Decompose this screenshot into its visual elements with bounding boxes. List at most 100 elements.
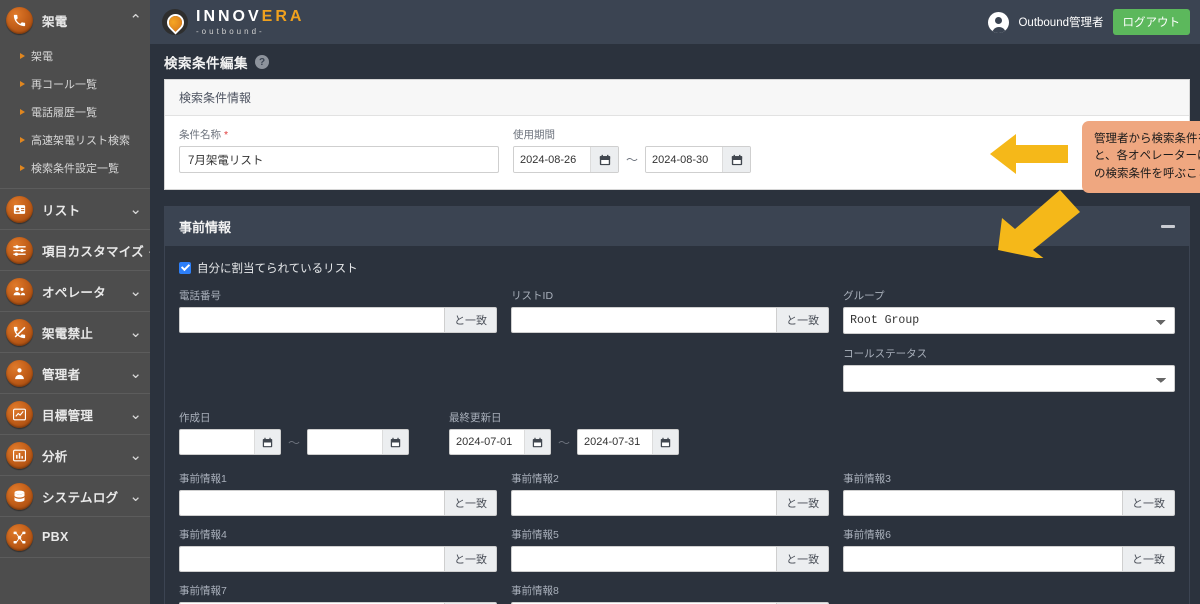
line-chart-icon: [6, 400, 33, 428]
prior-info-label-4: 事前情報4: [179, 529, 227, 541]
match-button[interactable]: と一致: [776, 546, 830, 572]
sidebar-subitem-0-1[interactable]: 再コール一覧: [0, 70, 150, 98]
calendar-icon[interactable]: [652, 430, 679, 454]
app-root: 架電架電再コール一覧電話履歴一覧高速架電リスト検索検索条件設定一覧リスト項目カス…: [0, 0, 1200, 604]
condition-name-input[interactable]: [179, 146, 499, 173]
prior-info-field-5: 事前情報5 と一致: [511, 527, 843, 572]
period-to-input[interactable]: [646, 147, 723, 172]
match-button[interactable]: と一致: [776, 490, 830, 516]
sidebar-item-label: システムログ: [42, 490, 119, 505]
match-button[interactable]: と一致: [776, 307, 830, 333]
phone-icon: [6, 6, 33, 34]
calendar-icon[interactable]: [254, 430, 280, 454]
sidebar-subitem-label: 高速架電リスト検索: [31, 135, 130, 147]
calendar-icon[interactable]: [524, 430, 550, 454]
sidebar-item-0[interactable]: 架電: [0, 0, 150, 40]
sidebar-item-label: 目標管理: [42, 408, 94, 423]
prior-info-fields-grid: 事前情報1 と一致 事前情報2 と一致 事前情報3 と一致 事前情報4 と一致 事前情報5 と一致…: [179, 471, 1176, 604]
updated-from-datebox: [449, 429, 551, 455]
prior-info-label-2: 事前情報2: [511, 473, 559, 485]
sidebar-item-6[interactable]: 目標管理: [0, 394, 150, 434]
prior-info-field-8: 事前情報8と一致: [511, 583, 843, 604]
sidebar-item-5[interactable]: 管理者: [0, 353, 150, 393]
created-to-datebox: [307, 429, 410, 455]
sidebar-group-4: 架電禁止: [0, 312, 150, 353]
page-header: 検索条件編集 ?: [150, 45, 1200, 79]
avatar: [988, 11, 1010, 33]
sidebar-item-4[interactable]: 架電禁止: [0, 312, 150, 352]
sidebar-item-2[interactable]: 項目カスタマイズ: [0, 230, 150, 270]
prior-info-input-4[interactable]: [179, 546, 445, 572]
group-select[interactable]: Root Group: [843, 307, 1176, 334]
sidebar-item-3[interactable]: オペレータ: [0, 271, 150, 311]
chevron-down-icon[interactable]: [129, 448, 142, 463]
chevron-down-icon[interactable]: [129, 366, 142, 381]
period-from-input[interactable]: [514, 147, 590, 172]
phone-number-input[interactable]: [179, 307, 445, 333]
sidebar-subitem-label: 架電: [31, 51, 53, 63]
match-button[interactable]: と一致: [444, 307, 498, 333]
calendar-icon[interactable]: [722, 147, 751, 172]
created-from-input[interactable]: [180, 430, 254, 454]
updated-from-input[interactable]: [450, 430, 524, 454]
match-button[interactable]: と一致: [1122, 490, 1176, 516]
main-content: INNOVERA -outbound- Outbound管理者 ログアウト 検索…: [150, 0, 1200, 604]
period-to-datebox: [645, 146, 752, 173]
sidebar-subitem-0-0[interactable]: 架電: [0, 42, 150, 70]
calendar-icon[interactable]: [382, 430, 409, 454]
collapse-icon[interactable]: [1161, 225, 1175, 228]
match-button[interactable]: と一致: [444, 490, 498, 516]
group-label: グループ: [843, 290, 885, 302]
sidebar-group-0: 架電架電再コール一覧電話履歴一覧高速架電リスト検索検索条件設定一覧: [0, 0, 150, 189]
assigned-list-checkbox[interactable]: [179, 262, 191, 274]
search-condition-panel-title: 検索条件情報: [165, 80, 1189, 116]
prior-info-row: 事前情報4 と一致 事前情報5 と一致 事前情報6 と一致: [179, 527, 1176, 572]
prior-info-row: 事前情報1 と一致 事前情報2 と一致 事前情報3 と一致: [179, 471, 1176, 516]
updated-to-input[interactable]: [578, 430, 653, 454]
sidebar-subitem-0-3[interactable]: 高速架電リスト検索: [0, 126, 150, 154]
sidebar-item-label: 分析: [42, 449, 68, 464]
calendar-icon[interactable]: [590, 147, 618, 172]
chevron-down-icon[interactable]: [129, 284, 142, 299]
updated-date-label: 最終更新日: [449, 412, 502, 424]
chevron-down-icon[interactable]: [129, 202, 142, 217]
chevron-down-icon[interactable]: [129, 407, 142, 422]
bullet-triangle-icon: [20, 165, 25, 171]
phone-number-field: 電話番号 と一致: [179, 288, 511, 392]
sidebar-item-label: 管理者: [42, 367, 81, 382]
prior-info-label-7: 事前情報7: [179, 585, 227, 597]
prior-info-field-4: 事前情報4 と一致: [179, 527, 511, 572]
prior-info-input-2[interactable]: [511, 490, 777, 516]
sidebar-item-1[interactable]: リスト: [0, 189, 150, 229]
logout-button[interactable]: ログアウト: [1112, 9, 1190, 35]
created-date-field: 作成日 ～: [179, 410, 449, 455]
prior-info-input-3[interactable]: [843, 490, 1123, 516]
sidebar-subitem-0-4[interactable]: 検索条件設定一覧: [0, 154, 150, 182]
chevron-down-icon[interactable]: [129, 325, 142, 340]
match-button[interactable]: と一致: [1122, 546, 1176, 572]
sidebar-item-8[interactable]: システムログ: [0, 476, 150, 516]
sidebar-group-7: 分析: [0, 435, 150, 476]
annotation-arrow-left-icon: [990, 134, 1068, 174]
list-id-input[interactable]: [511, 307, 777, 333]
prior-info-input-5[interactable]: [511, 546, 777, 572]
prior-info-label-6: 事前情報6: [843, 529, 891, 541]
prior-info-input-1[interactable]: [179, 490, 445, 516]
sidebar-item-9[interactable]: PBX: [0, 517, 150, 557]
sidebar-group-3: オペレータ: [0, 271, 150, 312]
sidebar-subitem-0-2[interactable]: 電話履歴一覧: [0, 98, 150, 126]
chevron-up-icon[interactable]: [129, 13, 142, 28]
help-icon[interactable]: ?: [255, 55, 269, 69]
list-id-label: リストID: [511, 290, 554, 302]
sidebar-item-label: 架電: [42, 14, 68, 29]
call-status-select[interactable]: [843, 365, 1176, 392]
sidebar: 架電架電再コール一覧電話履歴一覧高速架電リスト検索検索条件設定一覧リスト項目カス…: [0, 0, 150, 604]
sidebar-item-7[interactable]: 分析: [0, 435, 150, 475]
sidebar-item-label: オペレータ: [42, 285, 107, 300]
prior-info-input-6[interactable]: [843, 546, 1123, 572]
created-to-input[interactable]: [308, 430, 383, 454]
chevron-down-icon[interactable]: [129, 489, 142, 504]
match-button[interactable]: と一致: [444, 546, 498, 572]
call-status-label: コールステータス: [843, 348, 928, 360]
user-tie-icon: [6, 359, 33, 387]
